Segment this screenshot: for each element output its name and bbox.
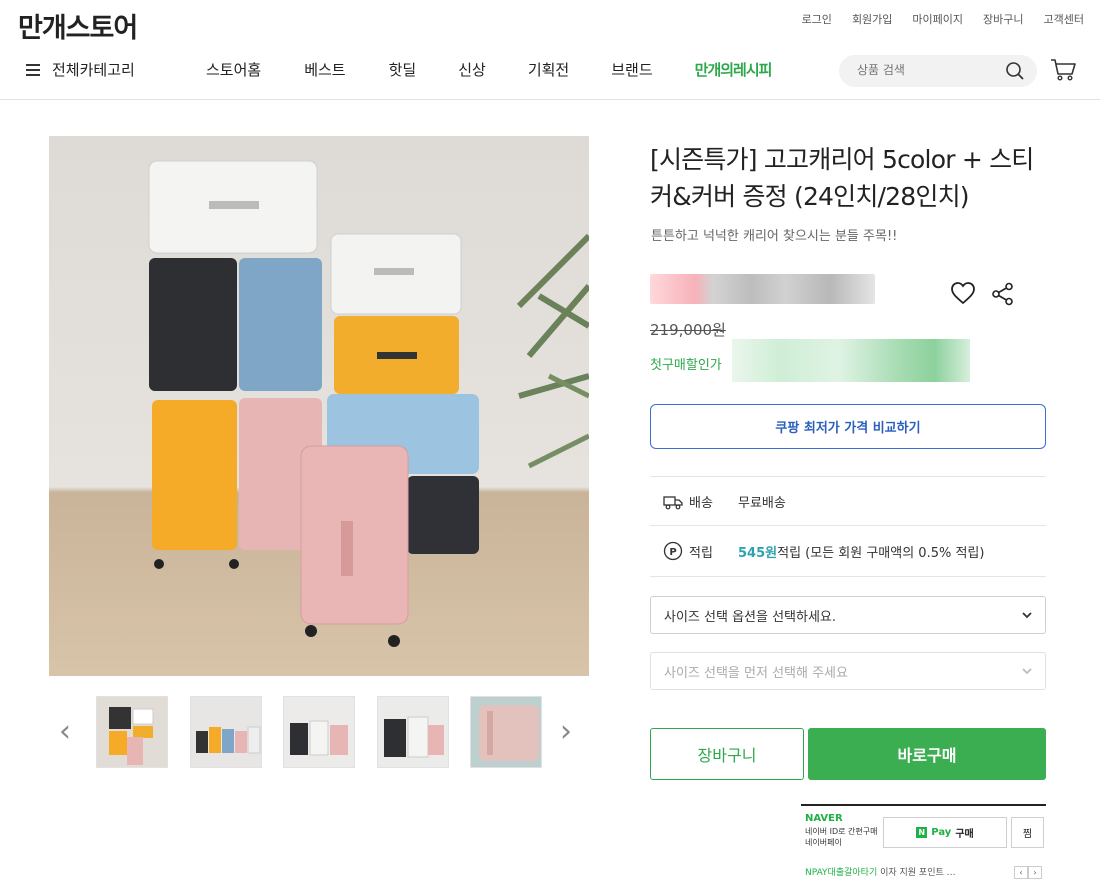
cart-icon[interactable]: [1049, 55, 1077, 83]
chevron-down-icon: [1022, 668, 1032, 675]
buy-now-button[interactable]: 바로구매: [808, 728, 1046, 780]
shipping-value: 무료배송: [738, 496, 786, 511]
nav-item-brand[interactable]: 브랜드: [611, 59, 652, 80]
price-compare-button[interactable]: 쿠팡 최저가 가격 비교하기: [650, 404, 1046, 449]
top-links: 로그인 회원가입 마이페이지 장바구니 고객센터: [802, 11, 1084, 27]
search-input[interactable]: [857, 63, 997, 77]
product-subtitle: 튼튼하고 넉넉한 캐리어 찾으시는 분들 주목!!: [651, 229, 898, 244]
thumbnail-5[interactable]: [470, 696, 542, 768]
header-divider: [0, 99, 1100, 100]
size-option-select[interactable]: 사이즈 선택 옵션을 선택하세요.: [650, 596, 1046, 634]
heart-icon[interactable]: [950, 281, 976, 305]
divider: [650, 476, 1046, 477]
naver-pay-widget: NAVER 네이버 ID로 간편구매 네이버페이 N Pay 구매 찜 NPAY…: [801, 804, 1046, 884]
shipping-label: 배송: [689, 496, 713, 511]
main-nav: 전체카테고리 스토어홈 베스트 핫딜 신상 기획전 브랜드 만개의레시피: [0, 50, 1100, 92]
divider: [650, 525, 1046, 526]
point-icon: P: [663, 541, 683, 561]
all-categories-button[interactable]: 전체카테고리: [26, 59, 135, 80]
search-icon[interactable]: [1005, 61, 1025, 81]
customer-center-link[interactable]: 고객센터: [1044, 11, 1084, 27]
shipping-row: 배송 무료배송: [663, 492, 786, 511]
sub-option-placeholder: 사이즈 선택을 먼저 선택해 주세요: [664, 665, 848, 681]
divider: [650, 576, 1046, 577]
points-value: 545원: [738, 545, 778, 561]
nav-item-best[interactable]: 베스트: [304, 59, 345, 80]
nav-item-new[interactable]: 신상: [458, 59, 486, 80]
size-option-placeholder: 사이즈 선택 옵션을 선택하세요.: [664, 609, 837, 625]
thumbnail-2[interactable]: [190, 696, 262, 768]
promo-next-icon[interactable]: ›: [1028, 866, 1042, 879]
thumb-prev-arrow-icon[interactable]: ‹: [59, 714, 71, 749]
naver-zzim-button[interactable]: 찜: [1011, 817, 1044, 848]
points-row: P 적립 545원 적립 (모든 회원 구매액의 0.5% 적립): [663, 541, 984, 561]
store-logo[interactable]: 만개스토어: [18, 6, 138, 45]
naver-pay-promo-highlight: NPAY대출갈아타기: [805, 868, 878, 878]
share-icon[interactable]: [991, 282, 1015, 306]
first-purchase-label: 첫구매할인가: [650, 358, 722, 373]
naver-pay-desc-line2: 네이버페이: [805, 838, 842, 847]
add-to-cart-button[interactable]: 장바구니: [650, 728, 804, 780]
original-price: 219,000원: [650, 321, 726, 339]
naver-pay-description: 네이버 ID로 간편구매 네이버페이: [805, 826, 878, 848]
naver-n-icon: N: [916, 827, 928, 838]
thumb-next-arrow-icon[interactable]: ›: [560, 714, 572, 749]
naver-label: NAVER: [805, 813, 843, 824]
product-title: [시즌특가] 고고캐리어 5color + 스티커&커버 증정 (24인치/28…: [650, 145, 1034, 211]
all-categories-label: 전체카테고리: [52, 61, 135, 79]
nav-item-exhibition[interactable]: 기획전: [528, 59, 569, 80]
mypage-link[interactable]: 마이페이지: [912, 11, 963, 27]
sale-price-blurred: [650, 274, 875, 304]
search-box[interactable]: [839, 55, 1037, 87]
signup-link[interactable]: 회원가입: [852, 11, 892, 27]
promo-prev-icon[interactable]: ‹: [1014, 866, 1028, 879]
nav-item-hotdeal[interactable]: 핫딜: [389, 59, 417, 80]
truck-icon: [663, 495, 683, 509]
product-main-image: [49, 136, 589, 676]
nav-items: 스토어홈 베스트 핫딜 신상 기획전 브랜드 만개의레시피: [206, 59, 773, 80]
chevron-down-icon: [1022, 612, 1032, 619]
hamburger-icon: [26, 63, 40, 76]
thumbnail-strip: ‹ ›: [49, 696, 589, 768]
naver-pay-buy-text: 구매: [955, 829, 974, 840]
nav-item-store-home[interactable]: 스토어홈: [206, 59, 261, 80]
thumbnail-4[interactable]: [377, 696, 449, 768]
naver-pay-promo-text: 이자 지원 포인트 …: [877, 868, 956, 878]
points-label: 적립: [689, 545, 713, 561]
first-purchase-price-blurred: [732, 339, 970, 382]
naver-pay-promo-arrows: ‹ ›: [1014, 866, 1042, 879]
thumbnail-3[interactable]: [283, 696, 355, 768]
naver-pay-promo[interactable]: NPAY대출갈아타기 이자 지원 포인트 …: [805, 865, 956, 878]
nav-item-recipe[interactable]: 만개의레시피: [695, 59, 773, 80]
cart-link[interactable]: 장바구니: [983, 11, 1023, 27]
svg-text:P: P: [669, 547, 676, 558]
naver-pay-desc-line1: 네이버 ID로 간편구매: [805, 827, 878, 836]
thumbnail-1[interactable]: [96, 696, 168, 768]
sub-option-select[interactable]: 사이즈 선택을 먼저 선택해 주세요: [650, 652, 1046, 690]
login-link[interactable]: 로그인: [802, 11, 832, 27]
naver-pay-buy-button[interactable]: N Pay 구매: [883, 817, 1007, 848]
points-description: 적립 (모든 회원 구매액의 0.5% 적립): [777, 545, 985, 561]
naver-pay-text: Pay: [931, 827, 952, 838]
